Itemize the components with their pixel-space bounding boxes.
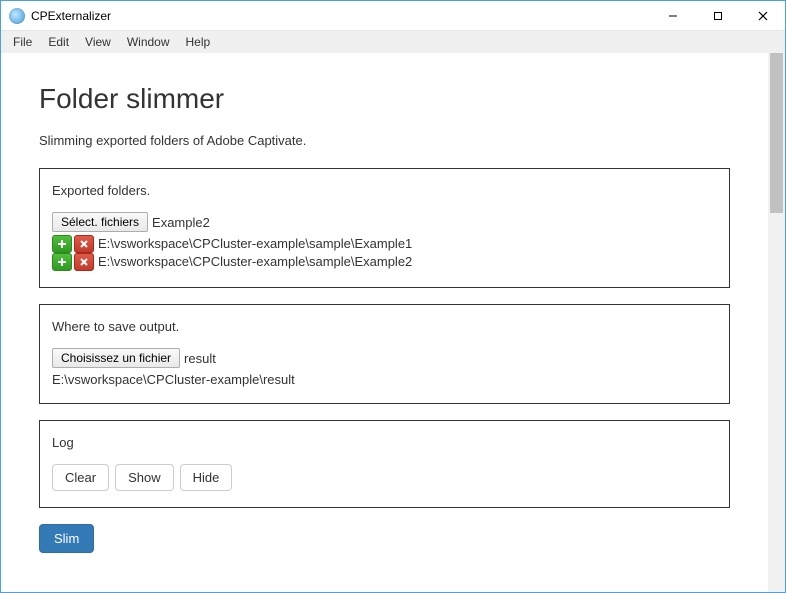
menu-help[interactable]: Help — [178, 33, 219, 51]
page-title: Folder slimmer — [39, 83, 730, 115]
output-label: Where to save output. — [52, 319, 717, 334]
window-controls — [650, 1, 785, 30]
log-panel: Log Clear Show Hide — [39, 420, 730, 508]
exported-folders-panel: Exported folders. Sélect. fichiers Examp… — [39, 168, 730, 288]
plus-icon — [57, 239, 67, 249]
close-button[interactable] — [740, 1, 785, 30]
menu-file[interactable]: File — [5, 33, 40, 51]
titlebar: CPExternalizer — [1, 1, 785, 31]
folder-path: E:\vsworkspace\CPCluster-example\sample\… — [98, 253, 412, 271]
vertical-scrollbar[interactable] — [768, 53, 785, 592]
add-folder-button[interactable] — [52, 253, 72, 271]
selected-file-name: Example2 — [152, 215, 210, 230]
add-folder-button[interactable] — [52, 235, 72, 253]
menu-view[interactable]: View — [77, 33, 119, 51]
minimize-button[interactable] — [650, 1, 695, 30]
page-subtitle: Slimming exported folders of Adobe Capti… — [39, 133, 730, 148]
chosen-file-name: result — [184, 351, 216, 366]
content: Folder slimmer Slimming exported folders… — [1, 53, 768, 592]
output-panel: Where to save output. Choisissez un fich… — [39, 304, 730, 404]
close-icon — [758, 11, 768, 21]
hide-log-button[interactable]: Hide — [180, 464, 233, 491]
log-label: Log — [52, 435, 717, 450]
x-icon — [79, 257, 89, 267]
x-icon — [79, 239, 89, 249]
app-window: CPExternalizer File Edit View Window Hel… — [0, 0, 786, 593]
remove-folder-button[interactable] — [74, 253, 94, 271]
window-title: CPExternalizer — [31, 9, 650, 23]
content-area: Folder slimmer Slimming exported folders… — [1, 53, 785, 592]
folder-row-0: E:\vsworkspace\CPCluster-example\sample\… — [52, 235, 717, 253]
log-buttons: Clear Show Hide — [52, 464, 717, 491]
maximize-button[interactable] — [695, 1, 740, 30]
maximize-icon — [713, 11, 723, 21]
output-choose-row: Choisissez un fichier result — [52, 348, 717, 368]
menu-window[interactable]: Window — [119, 33, 178, 51]
slim-button[interactable]: Slim — [39, 524, 94, 553]
folder-path: E:\vsworkspace\CPCluster-example\sample\… — [98, 235, 412, 253]
plus-icon — [57, 257, 67, 267]
scrollbar-thumb[interactable] — [770, 53, 783, 213]
choose-file-button[interactable]: Choisissez un fichier — [52, 348, 180, 368]
clear-log-button[interactable]: Clear — [52, 464, 109, 491]
folder-row-1: E:\vsworkspace\CPCluster-example\sample\… — [52, 253, 717, 271]
show-log-button[interactable]: Show — [115, 464, 174, 491]
exported-select-row: Sélect. fichiers Example2 — [52, 212, 717, 232]
remove-folder-button[interactable] — [74, 235, 94, 253]
menu-edit[interactable]: Edit — [40, 33, 77, 51]
output-path: E:\vsworkspace\CPCluster-example\result — [52, 372, 717, 387]
app-icon — [9, 8, 25, 24]
menubar: File Edit View Window Help — [1, 31, 785, 53]
exported-label: Exported folders. — [52, 183, 717, 198]
minimize-icon — [668, 11, 678, 21]
select-files-button[interactable]: Sélect. fichiers — [52, 212, 148, 232]
